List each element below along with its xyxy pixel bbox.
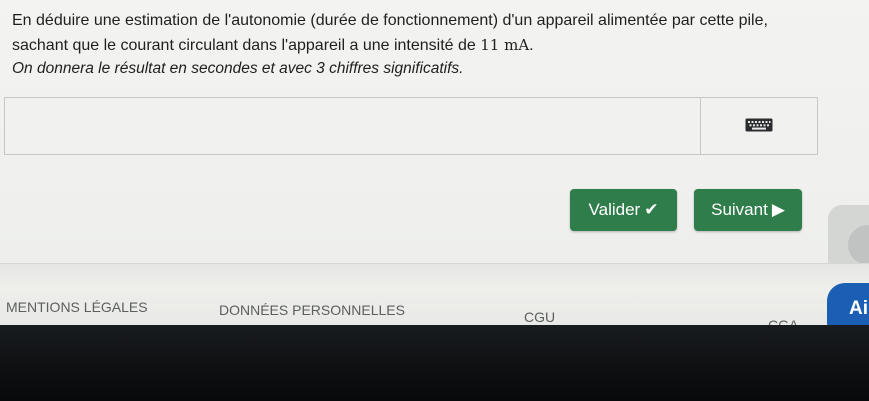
footer: MENTIONS LÉGALES DONNÉES PERSONNELLES CG… [0, 263, 869, 333]
question-line-1: En déduire une estimation de l'autonomie… [12, 12, 768, 29]
valider-label: Valider [588, 200, 641, 219]
suivant-button[interactable]: Suivant ▶ [694, 189, 802, 231]
question-line-2-end: . [529, 37, 534, 54]
exercise-panel: En déduire une estimation de l'autonomie… [0, 0, 869, 265]
play-arrow-icon: ▶ [771, 200, 785, 219]
virtual-keyboard-button[interactable] [702, 98, 817, 154]
current-value: 11 mA [480, 36, 530, 54]
keyboard-icon [745, 118, 773, 132]
answer-field-group [4, 97, 818, 155]
question-line-2-text: sachant que le courant circulant dans l'… [12, 37, 481, 54]
footer-link-mentions-legales[interactable]: MENTIONS LÉGALES [6, 299, 148, 315]
screen-bezel [0, 325, 869, 401]
question-line-2: sachant que le courant circulant dans l'… [12, 34, 534, 57]
help-chat-label: Ai [849, 298, 868, 319]
valider-button[interactable]: Valider ✔ [570, 189, 677, 231]
footer-link-donnees-personnelles[interactable]: DONNÉES PERSONNELLES [219, 302, 405, 318]
check-icon: ✔ [644, 200, 659, 219]
suivant-label: Suivant [711, 200, 768, 219]
answer-input[interactable] [5, 98, 701, 154]
footer-link-cgu[interactable]: CGU [524, 309, 555, 325]
question-instruction: On donnera le résultat en secondes et av… [12, 60, 464, 77]
